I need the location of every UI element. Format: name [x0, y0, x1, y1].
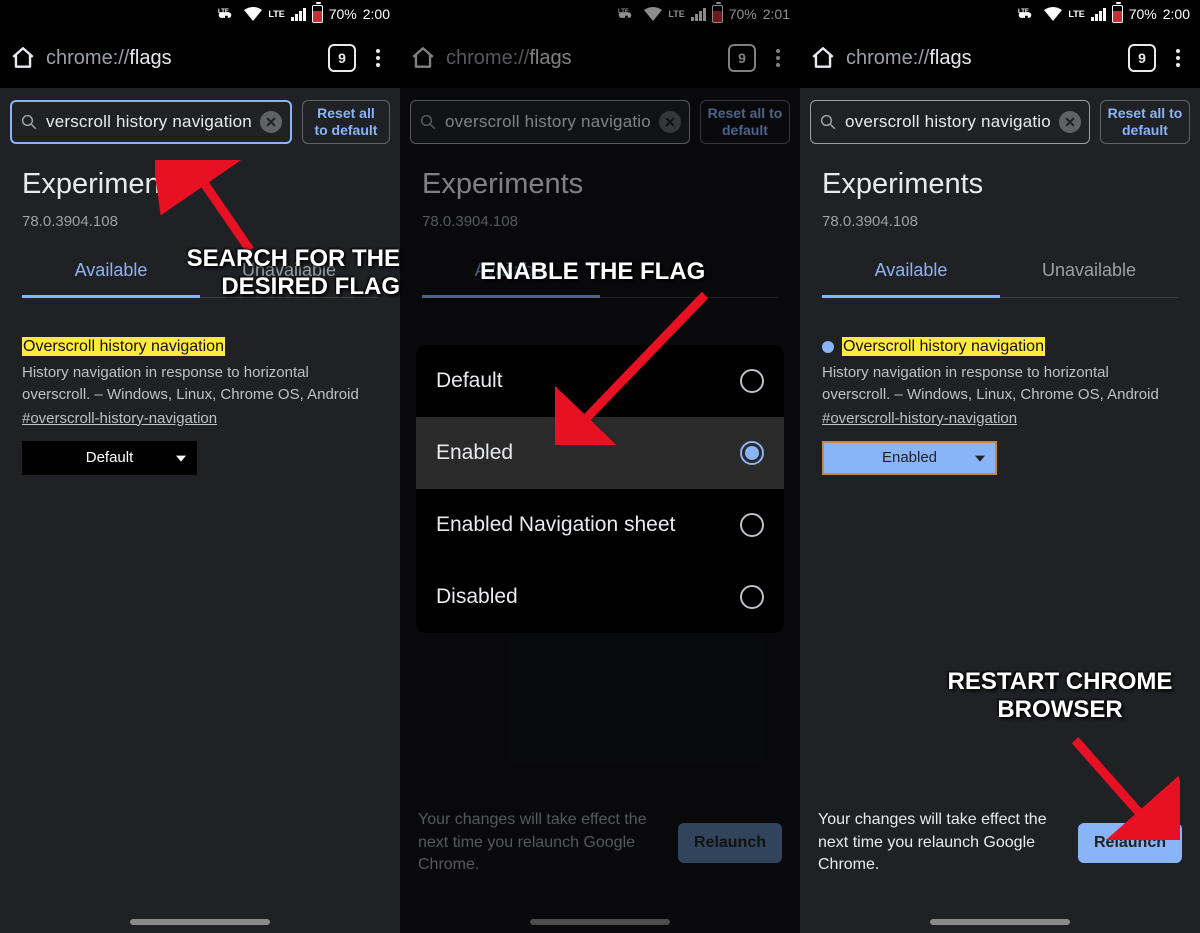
- reset-button[interactable]: Reset all to default: [1100, 100, 1190, 144]
- page-title: Experiments: [422, 168, 778, 201]
- tab-unavailable[interactable]: Unavailable: [1000, 260, 1178, 298]
- option-enabled-sheet[interactable]: Enabled Navigation sheet: [416, 489, 784, 561]
- home-icon[interactable]: [410, 45, 436, 71]
- url-bar[interactable]: chrome://flags: [846, 47, 1118, 70]
- reset-button[interactable]: Reset all to default: [700, 100, 790, 144]
- flag-description: History navigation in response to horizo…: [22, 362, 378, 406]
- nav-pill[interactable]: [130, 919, 270, 925]
- battery-icon: [312, 5, 323, 23]
- menu-icon[interactable]: [1166, 46, 1190, 70]
- search-icon: [419, 113, 437, 131]
- reset-button[interactable]: Reset all to default: [302, 100, 390, 144]
- menu-icon[interactable]: [366, 46, 390, 70]
- tab-switcher[interactable]: 9: [1128, 44, 1156, 72]
- arrow-2: [555, 285, 715, 445]
- menu-icon[interactable]: [766, 46, 790, 70]
- flag-hash: #overscroll-history-navigation: [822, 410, 1178, 427]
- volte-icon: LTE: [1018, 6, 1038, 22]
- version: 78.0.3904.108: [822, 213, 1178, 230]
- home-icon[interactable]: [810, 45, 836, 71]
- status-bar: LTE LTE 70% 2:01: [400, 0, 800, 28]
- flag-item: Overscroll history navigation History na…: [22, 338, 378, 475]
- annotation-3: RESTART CHROME BROWSER: [920, 668, 1200, 723]
- search-icon: [20, 113, 38, 131]
- browser-toolbar: chrome://flags 9: [400, 28, 800, 88]
- signal-icon: [291, 8, 306, 21]
- tab-switcher[interactable]: 9: [728, 44, 756, 72]
- clear-icon[interactable]: [1059, 111, 1081, 133]
- screenshot-2: LTE LTE 70% 2:01 chrome://flags 9 oversc…: [400, 0, 800, 933]
- page-title: Experiments: [822, 168, 1178, 201]
- arrow-3: [1060, 730, 1180, 840]
- volte-icon: LTE: [618, 6, 638, 22]
- tabs: Available Unavailable: [822, 260, 1178, 298]
- version: 78.0.3904.108: [422, 213, 778, 230]
- battery-level: 70%: [729, 6, 757, 22]
- clear-icon[interactable]: [659, 111, 681, 133]
- battery-level: 70%: [329, 6, 357, 22]
- annotation-1: SEARCH FOR THE DESIRED FLAG: [170, 245, 400, 300]
- wifi-icon: [644, 7, 662, 21]
- flag-description: History navigation in response to horizo…: [822, 362, 1178, 406]
- nav-pill[interactable]: [530, 919, 670, 925]
- clear-icon[interactable]: [260, 111, 282, 133]
- option-disabled[interactable]: Disabled: [416, 561, 784, 633]
- flag-dropdown[interactable]: Default: [22, 441, 197, 475]
- signal-icon: [691, 8, 706, 21]
- relaunch-button[interactable]: Relaunch: [678, 823, 782, 863]
- search-icon: [819, 113, 837, 131]
- browser-toolbar: chrome://flags 9: [0, 28, 400, 88]
- url-bar[interactable]: chrome://flags: [446, 47, 718, 70]
- search-value: overscroll history navigatio: [445, 112, 651, 132]
- status-bar: LTE LTE 70% 2:00: [0, 0, 400, 28]
- signal-icon: [1091, 8, 1106, 21]
- wifi-icon: [1044, 7, 1062, 21]
- screenshot-1: LTE LTE 70% 2:00 chrome://flags 9 verscr…: [0, 0, 400, 933]
- relaunch-message: Your changes will take effect the next t…: [818, 809, 1064, 876]
- url-bar[interactable]: chrome://flags: [46, 47, 318, 70]
- browser-toolbar: chrome://flags 9: [800, 28, 1200, 88]
- flag-title: Overscroll history navigation: [842, 337, 1045, 356]
- network-label: LTE: [1068, 9, 1084, 19]
- search-value: overscroll history navigatio: [845, 112, 1051, 132]
- wifi-icon: [244, 7, 262, 21]
- nav-pill[interactable]: [930, 919, 1070, 925]
- relaunch-bar: Your changes will take effect the next t…: [400, 793, 800, 893]
- relaunch-message: Your changes will take effect the next t…: [418, 809, 664, 876]
- battery-level: 70%: [1129, 6, 1157, 22]
- modified-dot-icon: [822, 341, 834, 353]
- network-label: LTE: [668, 9, 684, 19]
- flag-dropdown[interactable]: Enabled: [822, 441, 997, 475]
- home-icon[interactable]: [10, 45, 36, 71]
- flag-hash: #overscroll-history-navigation: [22, 410, 378, 427]
- network-label: LTE: [268, 9, 284, 19]
- volte-icon: LTE: [218, 6, 238, 22]
- clock: 2:00: [363, 6, 390, 22]
- battery-icon: [712, 5, 723, 23]
- search-input[interactable]: verscroll history navigation: [10, 100, 292, 144]
- status-bar: LTE LTE 70% 2:00: [800, 0, 1200, 28]
- tab-switcher[interactable]: 9: [328, 44, 356, 72]
- clock: 2:01: [763, 6, 790, 22]
- battery-icon: [1112, 5, 1123, 23]
- annotation-2: ENABLE THE FLAG: [480, 258, 705, 286]
- clock: 2:00: [1163, 6, 1190, 22]
- flag-item: Overscroll history navigation History na…: [822, 338, 1178, 475]
- search-input[interactable]: overscroll history navigatio: [810, 100, 1090, 144]
- search-input[interactable]: overscroll history navigatio: [410, 100, 690, 144]
- tab-available[interactable]: Available: [822, 260, 1000, 298]
- flag-title: Overscroll history navigation: [22, 337, 225, 356]
- search-value: verscroll history navigation: [46, 112, 252, 132]
